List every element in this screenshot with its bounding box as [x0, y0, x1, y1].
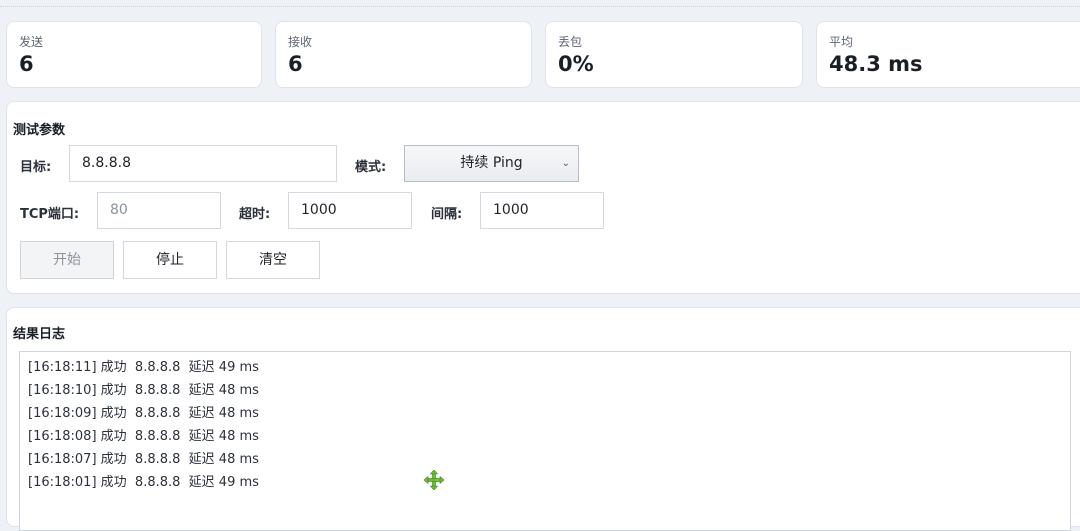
target-input[interactable]: 8.8.8.8 — [69, 145, 337, 182]
stat-average-label: 平均 — [829, 35, 854, 49]
log-line: [16:18:09] 成功 8.8.8.8 延迟 48 ms — [28, 406, 259, 421]
stat-loss-card: 丢包 0% — [545, 21, 803, 88]
target-label: 目标: — [20, 160, 52, 175]
mode-label: 模式: — [355, 160, 387, 175]
stat-sent-card: 发送 6 — [6, 21, 262, 88]
stat-average-value: 48.3 ms — [829, 52, 923, 76]
log-line: [16:18:11] 成功 8.8.8.8 延迟 49 ms — [28, 360, 259, 375]
chevron-down-icon: ⌄ — [561, 158, 570, 169]
log-line: [16:18:10] 成功 8.8.8.8 延迟 48 ms — [28, 383, 259, 398]
stop-button[interactable]: 停止 — [123, 241, 217, 279]
tcp-port-label: TCP端口: — [20, 207, 80, 222]
log-textarea[interactable]: [16:18:11] 成功 8.8.8.8 延迟 49 ms [16:18:10… — [19, 351, 1071, 531]
tcp-port-input[interactable]: 80 — [97, 192, 221, 229]
top-divider — [0, 6, 1080, 21]
start-button[interactable]: 开始 — [20, 241, 114, 279]
stat-loss-value: 0% — [558, 52, 594, 76]
log-line: [16:18:01] 成功 8.8.8.8 延迟 49 ms — [28, 475, 259, 490]
stat-average-card: 平均 48.3 ms — [816, 21, 1080, 88]
stat-loss-label: 丢包 — [558, 35, 583, 49]
log-title: 结果日志 — [13, 327, 66, 342]
interval-input[interactable]: 1000 — [480, 192, 604, 229]
log-line: [16:18:07] 成功 8.8.8.8 延迟 48 ms — [28, 452, 259, 467]
stat-sent-label: 发送 — [19, 35, 44, 49]
params-title: 测试参数 — [13, 123, 66, 138]
move-cursor-icon — [424, 470, 444, 490]
stat-received-value: 6 — [288, 52, 303, 76]
mode-select-value: 持续 Ping — [460, 155, 523, 171]
clear-button[interactable]: 清空 — [226, 241, 320, 279]
timeout-label: 超时: — [239, 207, 271, 222]
stat-sent-value: 6 — [19, 52, 34, 76]
stat-received-card: 接收 6 — [275, 21, 532, 88]
stat-received-label: 接收 — [288, 35, 313, 49]
timeout-input[interactable]: 1000 — [288, 192, 412, 229]
interval-label: 间隔: — [431, 207, 463, 222]
log-line: [16:18:08] 成功 8.8.8.8 延迟 48 ms — [28, 429, 259, 444]
mode-select[interactable]: 持续 Ping ⌄ — [404, 145, 579, 182]
